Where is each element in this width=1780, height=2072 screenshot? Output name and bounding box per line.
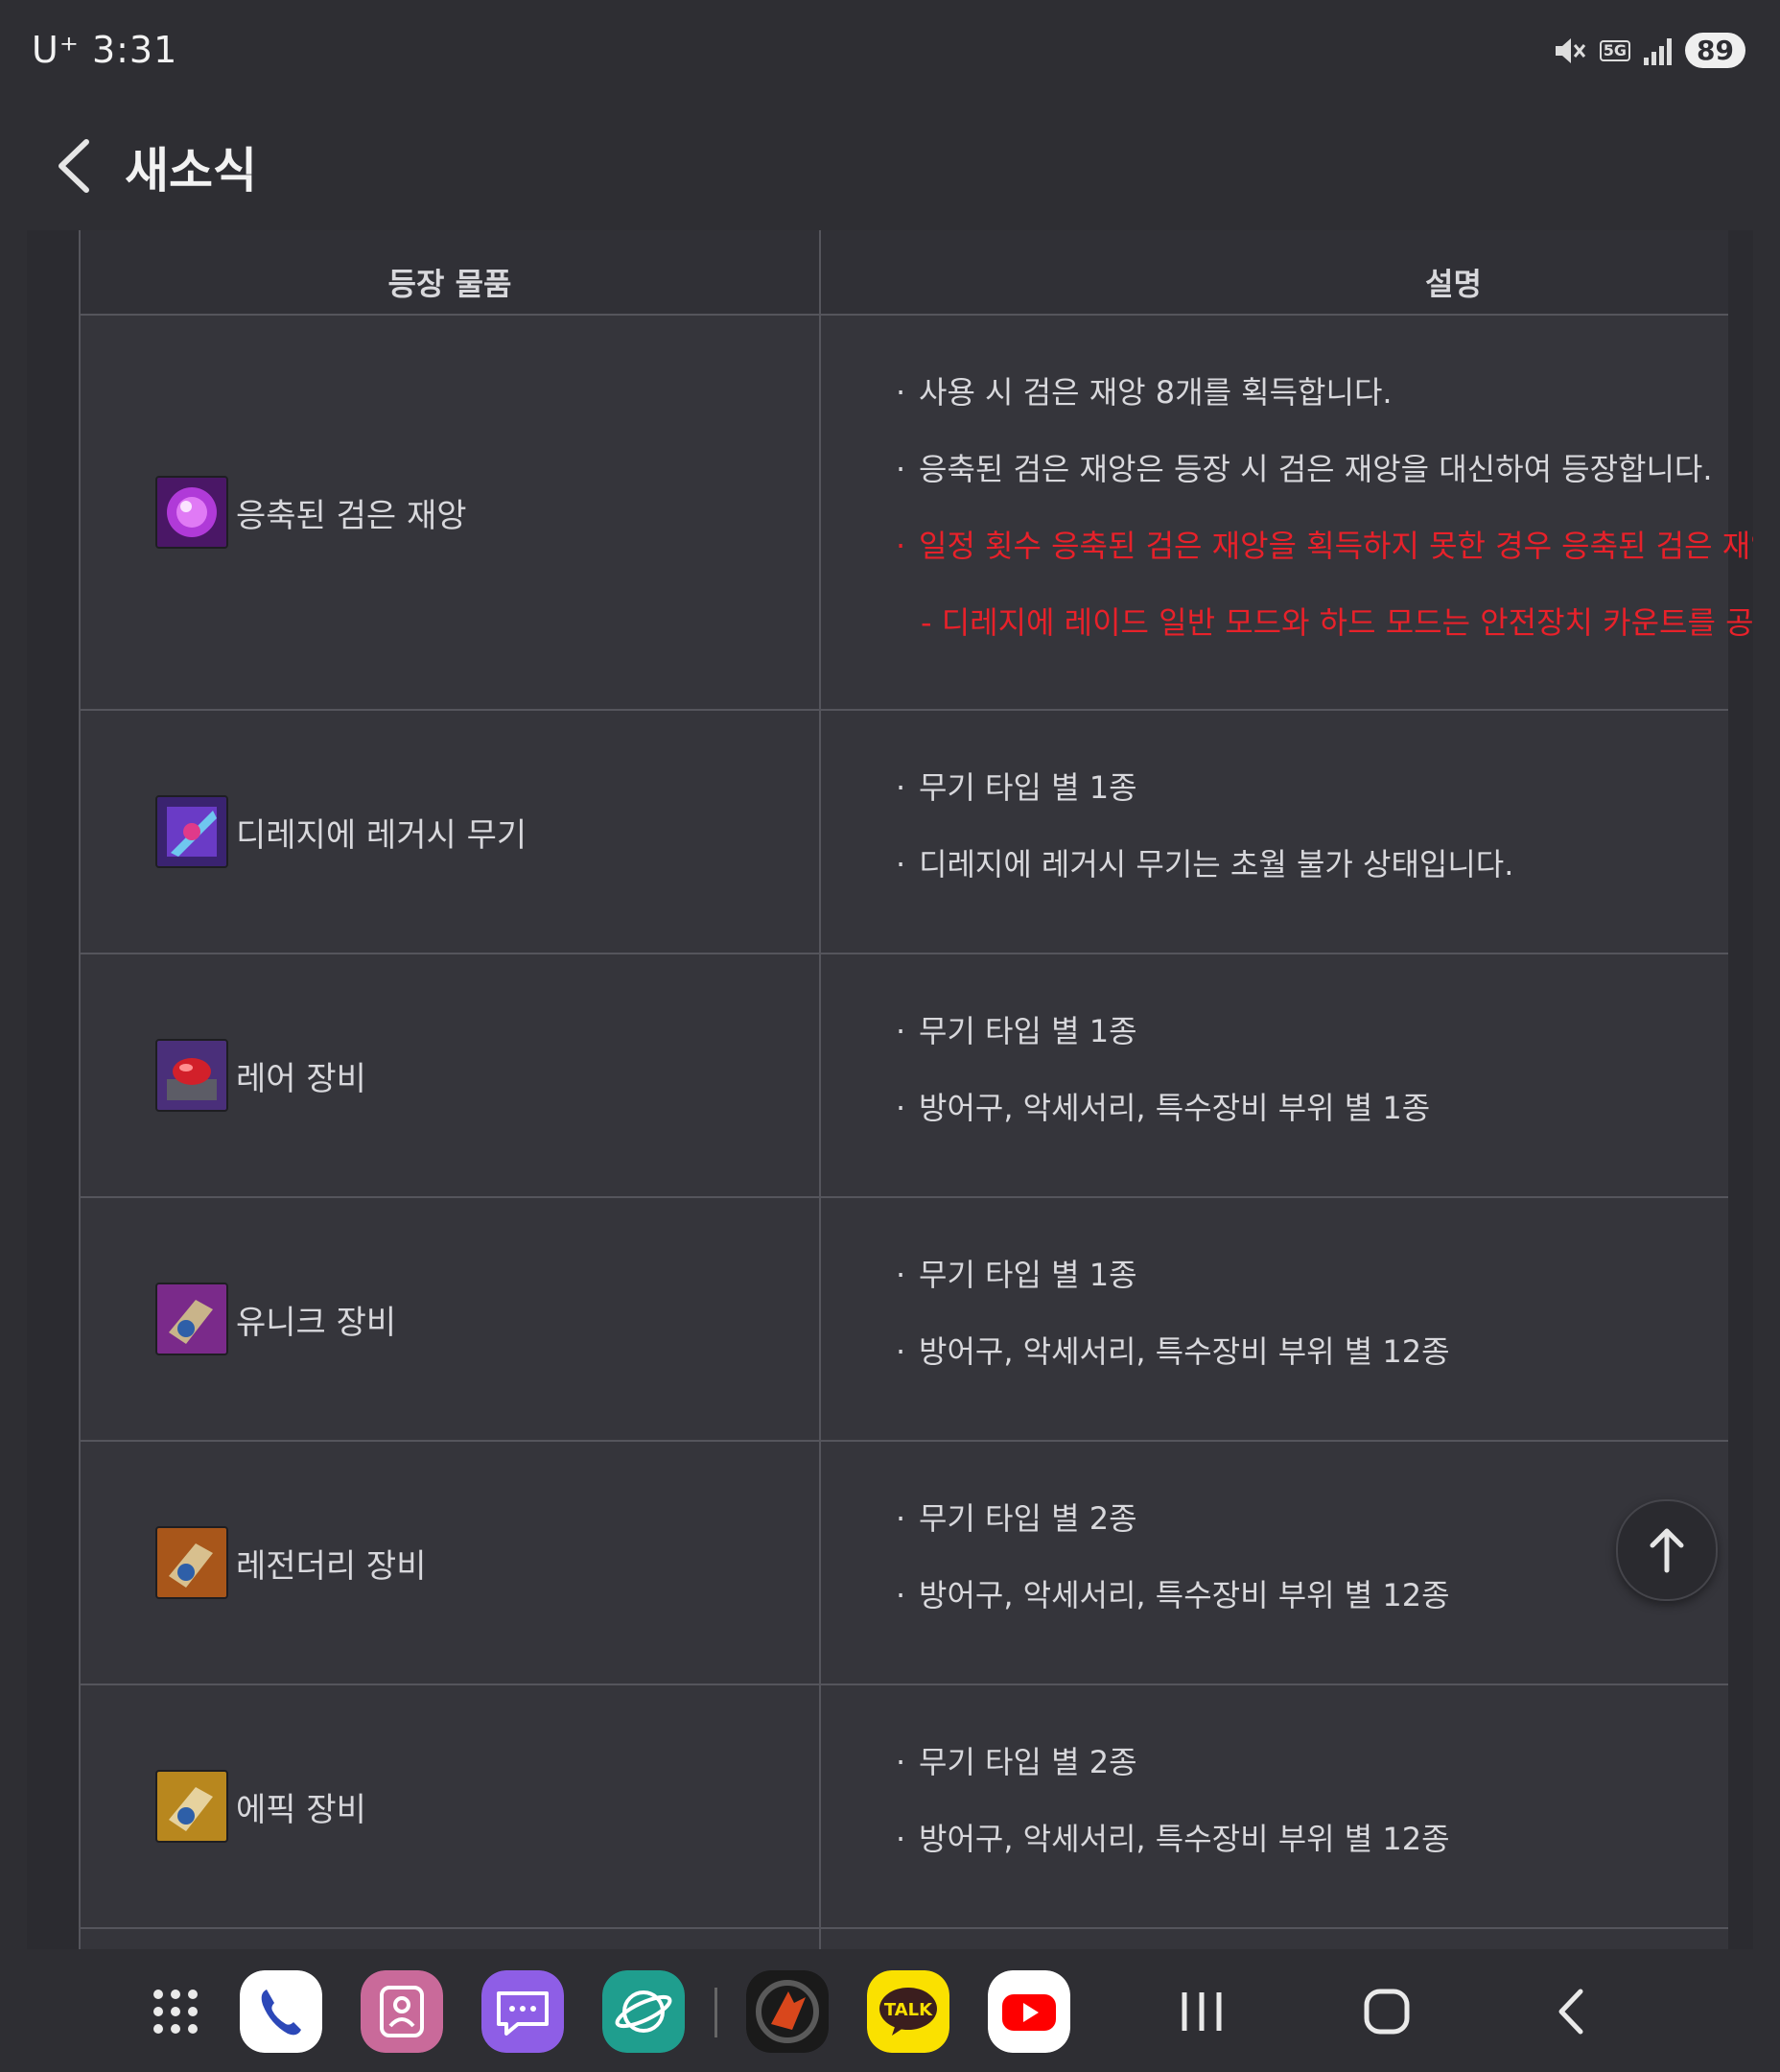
table-header-row: 등장 물품 설명 [79, 230, 1728, 316]
desc-line: · 응축된 검은 재앙은 등장 시 검은 재앙을 대신하여 등장합니다. [896, 451, 1713, 487]
desc-line: · 방어구, 악세서리, 특수장비 부위 별 12종 [896, 1333, 1450, 1370]
kakaotalk-icon[interactable]: TALK [867, 1970, 949, 2053]
carrier-time: U⁺ 3:31 [32, 29, 178, 71]
table-row: 응축된 검은 재앙 · 사용 시 검은 재앙 8개를 획득합니다. · 응축된 검은… [79, 316, 1753, 711]
desc-line: · 디레지에 레거시 무기는 초월 불가 상태입니다. [896, 846, 1514, 883]
item-name: 레전더리 장비 [236, 1546, 427, 1586]
back-arrow-icon[interactable] [50, 134, 104, 198]
item-name: 응축된 검은 재앙 [236, 496, 467, 535]
desc-line: · 무기 타입 별 1종 [896, 1257, 1137, 1293]
apps-grid-icon[interactable] [134, 1970, 217, 2053]
desc-line: · 무기 타입 별 1종 [896, 769, 1137, 806]
item-table: 등장 물품 설명 응축된 검은 재앙 · 사용 시 검은 재앙 8개를 획득합니… [79, 230, 1753, 1949]
youtube-icon[interactable] [988, 1970, 1070, 2053]
item-name: 레어 장비 [236, 1059, 366, 1098]
dock-separator [714, 1988, 717, 2037]
signal-icon [1644, 36, 1673, 65]
desc-line: · 방어구, 악세서리, 특수장비 부위 별 12종 [896, 1821, 1450, 1857]
item-name: 디레지에 레거시 무기 [236, 815, 527, 855]
table-row: 에픽 장비 · 무기 타입 별 2종 · 방어구, 악세서리, 특수장비 부위 별 … [79, 1685, 1728, 1929]
desc-line: · 사용 시 검은 재앙 8개를 획득합니다. [896, 374, 1393, 411]
status-icons: 5G 89 [1552, 33, 1745, 68]
home-button[interactable] [1353, 1978, 1420, 2045]
item-name: 유니크 장비 [236, 1303, 397, 1342]
mute-icon [1555, 37, 1585, 63]
messages-icon[interactable] [481, 1970, 564, 2053]
status-bar: U⁺ 3:31 5G 89 [0, 0, 1780, 106]
legacy-weapon-icon [155, 795, 228, 868]
header-description: 설명 [1425, 266, 1482, 302]
desc-warning-line: · 일정 횟수 응축된 검은 재앙을 획득하지 못한 경우 응축된 검은 재앙을 [896, 528, 1753, 564]
table-row: 레어 장비 · 무기 타입 별 1종 · 방어구, 악세서리, 특수장비 부위 별 … [79, 954, 1728, 1198]
back-button[interactable] [1538, 1978, 1605, 2045]
browser-icon[interactable] [602, 1970, 685, 2053]
item-cell: 응축된 검은 재앙 [155, 476, 467, 549]
desc-line: · 방어구, 악세서리, 특수장비 부위 별 1종 [896, 1090, 1431, 1126]
rare-equipment-icon [155, 1039, 228, 1112]
page-title: 새소식 [125, 143, 257, 199]
navigation-dock: TALK [0, 1949, 1780, 2072]
desc-line: · 방어구, 악세서리, 특수장비 부위 별 12종 [896, 1577, 1450, 1613]
item-name: 에픽 장비 [236, 1790, 366, 1829]
legendary-equipment-icon [155, 1526, 228, 1599]
app-header: 새소식 [0, 106, 1780, 230]
recent-apps-button[interactable] [1168, 1978, 1235, 2045]
item-cell: 레전더리 장비 [155, 1526, 427, 1599]
item-cell: 디레지에 레거시 무기 [155, 795, 527, 868]
kakaotalk-label: TALK [884, 2000, 933, 2020]
item-cell: 유니크 장비 [155, 1283, 396, 1355]
5g-icon: 5G [1599, 39, 1631, 61]
dnf-game-icon[interactable] [746, 1970, 829, 2053]
unique-equipment-icon [155, 1283, 228, 1355]
table-row [79, 1929, 1728, 1949]
epic-equipment-icon [155, 1770, 228, 1843]
desc-line: · 무기 타입 별 1종 [896, 1013, 1137, 1049]
table-row: 레전더리 장비 · 무기 타입 별 2종 · 방어구, 악세서리, 특수장비 부위 … [79, 1442, 1728, 1685]
desc-warning-note: - 디레지에 레이드 일반 모드와 하드 모드는 안전장치 카운트를 공유합 [921, 604, 1753, 641]
battery-indicator: 89 [1685, 33, 1745, 68]
item-cell: 레어 장비 [155, 1039, 366, 1112]
scroll-to-top-button[interactable] [1616, 1499, 1718, 1601]
header-item: 등장 물품 [387, 266, 512, 302]
condensed-black-disaster-icon [155, 476, 228, 549]
table-row: 디레지에 레거시 무기 · 무기 타입 별 1종 · 디레지에 레거시 무기는 초월… [79, 711, 1728, 954]
contacts-icon[interactable] [361, 1970, 443, 2053]
desc-line: · 무기 타입 별 2종 [896, 1744, 1137, 1780]
table-row: 유니크 장비 · 무기 타입 별 1종 · 방어구, 악세서리, 특수장비 부위 별… [79, 1198, 1728, 1442]
phone-icon[interactable] [240, 1970, 322, 2053]
item-cell: 에픽 장비 [155, 1770, 366, 1843]
desc-line: · 무기 타입 별 2종 [896, 1500, 1137, 1537]
content-panel: 등장 물품 설명 응축된 검은 재앙 · 사용 시 검은 재앙 8개를 획득합니… [27, 230, 1753, 1949]
